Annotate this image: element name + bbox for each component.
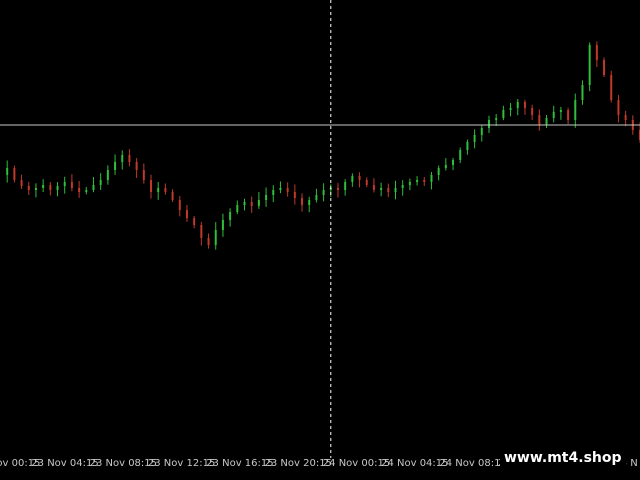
x-tick-label: 24 Nov 00:15: [322, 458, 391, 469]
candle-body: [372, 185, 375, 190]
candle-body: [257, 200, 260, 206]
candle-body: [466, 142, 469, 150]
candle-body: [135, 162, 138, 170]
x-tick-label: 23 Nov 08:15: [89, 458, 158, 469]
candle-body: [20, 180, 23, 186]
candle-body: [185, 210, 188, 218]
candle-body: [42, 185, 45, 188]
candle-body: [236, 205, 239, 212]
candle-body: [344, 182, 347, 190]
candle-body: [121, 155, 124, 162]
candle-body: [380, 188, 383, 190]
candle-body: [308, 200, 311, 205]
candle-body: [142, 170, 145, 180]
candle-body: [49, 185, 52, 190]
candle-body: [272, 190, 275, 195]
candle-body: [408, 182, 411, 185]
candle-body: [279, 188, 282, 190]
x-tick-label: 23 Nov 12:15: [147, 458, 216, 469]
candle-body: [6, 168, 9, 175]
candle-body: [27, 186, 30, 190]
x-tick-label: 23 Nov 04:15: [31, 458, 99, 469]
candle-body: [99, 180, 102, 185]
candle-body: [157, 188, 160, 192]
candle-body: [444, 165, 447, 168]
candle-body: [538, 115, 541, 125]
candle-body: [588, 45, 591, 85]
candle-body: [473, 135, 476, 142]
candle-body: [322, 190, 325, 195]
candle-body: [286, 188, 289, 192]
candle-body: [221, 220, 224, 230]
x-tick-label: 23 Nov 16:15: [206, 458, 274, 469]
candle-body: [416, 180, 419, 182]
candle-body: [150, 180, 153, 192]
candle-body: [423, 180, 426, 182]
candle-body: [250, 202, 253, 206]
candles-layer: [6, 41, 640, 250]
candle-body: [394, 188, 397, 192]
candle-body: [487, 120, 490, 128]
candle-body: [178, 200, 181, 210]
candle-body: [229, 212, 232, 220]
candle-body: [516, 102, 519, 108]
candle-body: [452, 160, 455, 165]
candle-body: [502, 110, 505, 118]
candle-body: [559, 110, 562, 112]
candle-body: [365, 180, 368, 185]
candle-body: [171, 192, 174, 200]
candle-body: [336, 188, 339, 190]
candle-body: [207, 238, 210, 245]
candle-body: [193, 218, 196, 225]
candle-body: [387, 188, 390, 192]
candle-body: [34, 188, 37, 190]
candle-body: [610, 75, 613, 100]
candle-body: [200, 225, 203, 238]
candle-body: [63, 182, 66, 186]
candle-body: [480, 128, 483, 135]
candle-body: [358, 176, 361, 180]
candle-body: [552, 112, 555, 118]
candle-body: [495, 118, 498, 120]
candle-body: [545, 118, 548, 125]
candle-body: [430, 175, 433, 182]
candle-body: [85, 190, 88, 192]
candle-body: [92, 185, 95, 190]
candle-body: [265, 195, 268, 200]
candle-body: [567, 110, 570, 120]
candle-body: [128, 155, 131, 162]
x-tick-label: 23 Nov 20:15: [264, 458, 332, 469]
candle-body: [164, 188, 167, 192]
candle-body: [603, 60, 606, 75]
candle-body: [351, 176, 354, 182]
candle-body: [624, 115, 627, 120]
watermark: www.mt4.shop: [500, 447, 626, 469]
candle-body: [531, 108, 534, 115]
x-tick-label: 24 Nov 08:15: [439, 458, 507, 469]
candle-body: [78, 188, 81, 192]
x-tick-label: 24 Nov 04:15: [381, 458, 449, 469]
candle-body: [315, 195, 318, 200]
candle-body: [70, 182, 73, 188]
chart-window[interactable]: 23 Nov 00:1523 Nov 04:1523 Nov 08:1523 N…: [0, 0, 640, 480]
candle-body: [243, 202, 246, 205]
candle-body: [301, 198, 304, 205]
candle-body: [106, 170, 109, 180]
candle-body: [574, 100, 577, 120]
candle-body: [13, 168, 16, 180]
candle-body: [293, 192, 296, 198]
candle-body: [56, 186, 59, 190]
candle-body: [114, 162, 117, 170]
candle-body: [523, 102, 526, 108]
candle-body: [437, 168, 440, 175]
candle-body: [595, 45, 598, 60]
candle-body: [459, 150, 462, 160]
candle-body: [509, 108, 512, 110]
candle-body: [617, 100, 620, 115]
candle-body: [214, 230, 217, 245]
candle-body: [401, 185, 404, 188]
candle-body: [581, 85, 584, 100]
price-chart[interactable]: [0, 0, 640, 480]
